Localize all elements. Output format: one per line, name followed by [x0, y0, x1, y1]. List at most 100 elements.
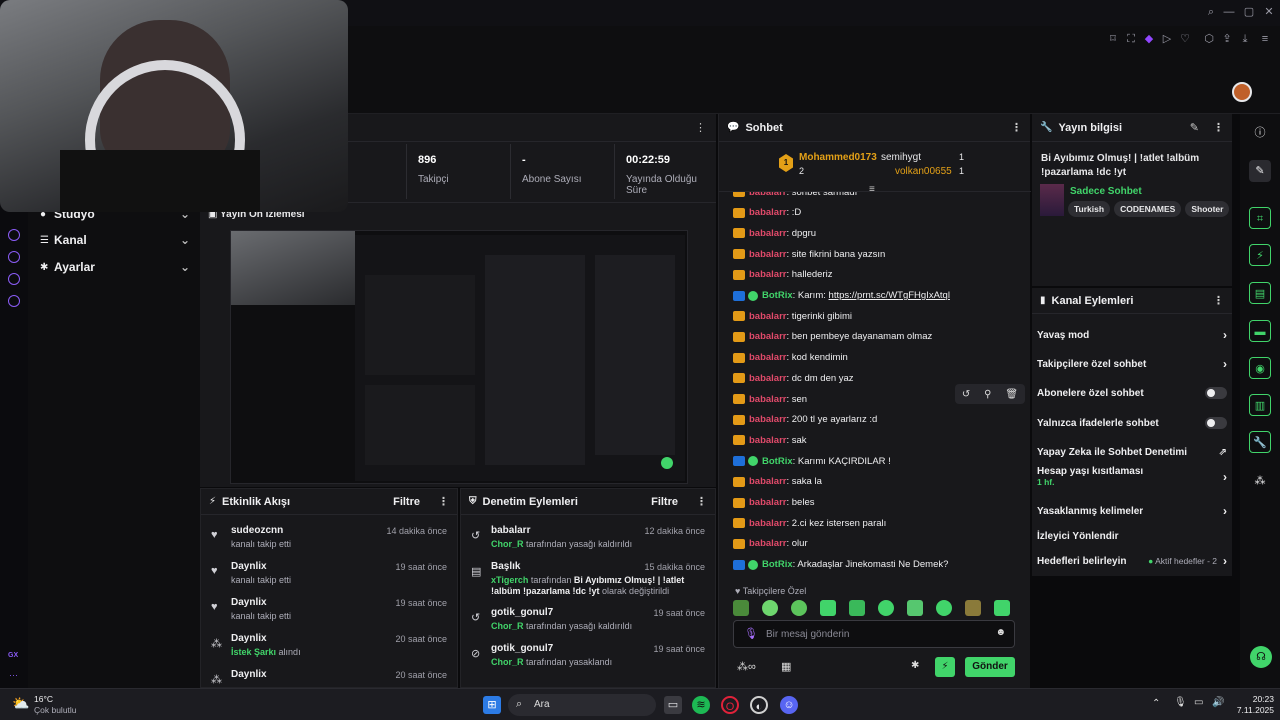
more-icon[interactable]: ⋮ — [438, 495, 449, 508]
weather-icon[interactable]: ⛅ — [12, 695, 29, 712]
chat-message[interactable]: babalarr: dc dm den yaz — [733, 370, 854, 386]
edit-icon[interactable]: ✎ — [1190, 121, 1199, 134]
gear-icon[interactable]: ✱ — [911, 660, 919, 671]
chat-message[interactable]: babalarr: beles — [733, 495, 815, 511]
chat-username[interactable]: BotRix — [762, 559, 793, 570]
list-item[interactable]: ♥ sudeozcnn kanalı takip etti 14 dakika … — [201, 525, 457, 559]
category-name[interactable]: Sadece Sohbet — [1070, 186, 1142, 197]
leader-name[interactable]: Mohammed0173 — [799, 152, 877, 163]
chat-username[interactable]: babalarr — [749, 538, 787, 549]
undo-icon[interactable]: ↺ — [962, 389, 970, 400]
chat-username[interactable]: babalarr — [749, 192, 787, 198]
more-icon[interactable]: ⋮ — [695, 121, 706, 134]
search-icon[interactable]: ⌕ — [1204, 5, 1218, 19]
list-item[interactable]: ↺ babalarr Chor_R tarafından yasağı kald… — [461, 525, 715, 559]
maximize-icon[interactable]: ▢ — [1242, 5, 1256, 19]
chat-message[interactable]: babalarr: 200 tl ye ayarlarız :d — [733, 412, 877, 428]
chat-username[interactable]: babalarr — [749, 207, 787, 218]
chat-message[interactable]: babalarr: 2.ci kez istersen paralı — [733, 515, 886, 531]
list-item[interactable]: ⊘ gotik_gonul7 Chor_R tarafından yasakla… — [461, 643, 715, 677]
chat-username[interactable]: babalarr — [749, 352, 787, 363]
volume-icon[interactable]: 🔊 — [1212, 697, 1224, 708]
lightning-icon[interactable]: ⚡ — [1249, 244, 1271, 266]
emote[interactable] — [849, 600, 865, 616]
emote[interactable] — [907, 600, 923, 616]
emoji-icon[interactable]: ☻ — [995, 627, 1006, 638]
chat-username[interactable]: BotRix — [762, 456, 793, 467]
gift-icon[interactable]: ▦ — [781, 660, 791, 673]
info-icon[interactable]: ⓘ — [1249, 122, 1271, 144]
start-icon[interactable]: ⊞ — [483, 696, 501, 714]
document-icon[interactable]: ▤ — [1249, 282, 1271, 304]
tag[interactable]: CODENAMES — [1114, 201, 1182, 217]
chat-message[interactable]: babalarr: :D — [733, 205, 801, 221]
nav-item-channel[interactable]: ☰ Kanal ⌄ — [40, 230, 190, 250]
shield-icon[interactable]: ◆ — [1142, 32, 1156, 46]
chat-message[interactable]: BotRix: Karımı KAÇIRDILAR ! — [733, 453, 891, 469]
more-icon[interactable]: ⋮ — [1213, 121, 1224, 134]
chat-message[interactable]: babalarr: sohbet sarmadı — [733, 192, 857, 200]
layout-icon[interactable]: ▥ — [1249, 394, 1271, 416]
spotify-icon[interactable]: ≋ — [692, 696, 710, 714]
action-account-age[interactable]: Hesap yaşı kısıtlaması 1 hf. › — [1037, 466, 1227, 494]
emote[interactable] — [762, 600, 778, 616]
mic-icon[interactable]: 🎙 — [744, 627, 758, 640]
chat-username[interactable]: babalarr — [749, 394, 787, 405]
action-ai-moderation[interactable]: Yapay Zeka ile Sohbet Denetimi ⇗ — [1037, 442, 1227, 462]
avatar[interactable] — [1232, 82, 1252, 102]
stream-preview-video[interactable] — [230, 230, 688, 484]
extensions-icon[interactable]: ⬡ — [1202, 32, 1216, 46]
nav-item-settings[interactable]: ✱ Ayarlar ⌄ — [40, 257, 190, 277]
close-icon[interactable]: ✕ — [1262, 5, 1276, 19]
points-icon[interactable]: ⁂ — [1249, 470, 1271, 492]
minimize-icon[interactable]: — — [1222, 5, 1236, 19]
more-icon[interactable]: ⋮ — [696, 495, 707, 508]
pin-icon[interactable]: ⚲ — [984, 389, 991, 400]
chat-username[interactable]: babalarr — [749, 476, 787, 487]
chat-username[interactable]: babalarr — [749, 497, 787, 508]
emote[interactable] — [820, 600, 836, 616]
opera-icon[interactable]: O — [721, 696, 739, 714]
messenger-icon[interactable] — [8, 229, 20, 241]
mic-icon[interactable]: 🎙 — [1174, 697, 1187, 708]
chat-username[interactable]: babalarr — [749, 518, 787, 529]
more-icon[interactable]: ··· — [9, 670, 18, 680]
chat-message[interactable]: babalarr: saka la — [733, 474, 822, 490]
discord-icon[interactable] — [8, 273, 20, 285]
tag[interactable]: Turkish — [1068, 201, 1111, 217]
filter-button[interactable]: Filtre — [651, 496, 678, 508]
taskview-icon[interactable]: ▭ — [664, 696, 682, 714]
list-item[interactable]: ⁂ Daynlix İstek Şarkı alındı 20 saat önc… — [201, 633, 457, 667]
action-goals[interactable]: Hedefleri belirleyin ● Aktif hedefler - … — [1037, 551, 1227, 571]
chat-username[interactable]: BotRix — [762, 290, 793, 301]
wrench-icon[interactable]: 🔧 — [1249, 431, 1271, 453]
tray-chevron-icon[interactable]: ⌃ — [1152, 698, 1160, 709]
send-button[interactable]: Gönder — [965, 657, 1015, 677]
chat-input[interactable]: 🎙 Bir mesaj gönderin ☻ — [733, 620, 1015, 648]
list-item[interactable]: ▤ Başlık xTigerch tarafından Bi Ayıbımız… — [461, 561, 715, 603]
list-item[interactable]: ♥ Daynlix kanalı takip etti 19 saat önce — [201, 561, 457, 595]
download-icon[interactable]: ⤓ — [1238, 32, 1252, 46]
bot-icon[interactable]: ⚡ — [935, 657, 955, 677]
more-icon[interactable]: ⋮ — [1011, 121, 1022, 134]
emote[interactable] — [791, 600, 807, 616]
discord-icon[interactable]: ☺ — [780, 696, 798, 714]
leader-name[interactable]: semihygt — [881, 152, 921, 163]
leader-name[interactable]: volkan00655 — [895, 166, 952, 177]
clip-icon[interactable]: ⌗ — [1249, 207, 1271, 229]
emote[interactable] — [965, 600, 981, 616]
points-icon[interactable]: ⁂∞ — [737, 660, 756, 673]
action-followers-only[interactable]: Takipçilere özel sohbet › — [1037, 354, 1227, 374]
settings-icon[interactable] — [8, 295, 20, 307]
broadcast-icon[interactable]: ◉ — [1249, 357, 1271, 379]
history-icon[interactable] — [8, 251, 20, 263]
tag[interactable]: Shooter — [1185, 201, 1230, 217]
chat-username[interactable]: babalarr — [749, 373, 787, 384]
action-slow-mode[interactable]: Yavaş mod › — [1037, 325, 1227, 345]
support-icon[interactable]: ☊ — [1250, 646, 1272, 668]
display-icon[interactable]: ▭ — [1194, 697, 1203, 708]
emote[interactable] — [733, 600, 749, 616]
play-icon[interactable]: ▷ — [1160, 32, 1174, 46]
more-icon[interactable]: ⋮ — [1213, 294, 1224, 307]
share-icon[interactable]: ⇪ — [1220, 32, 1234, 46]
